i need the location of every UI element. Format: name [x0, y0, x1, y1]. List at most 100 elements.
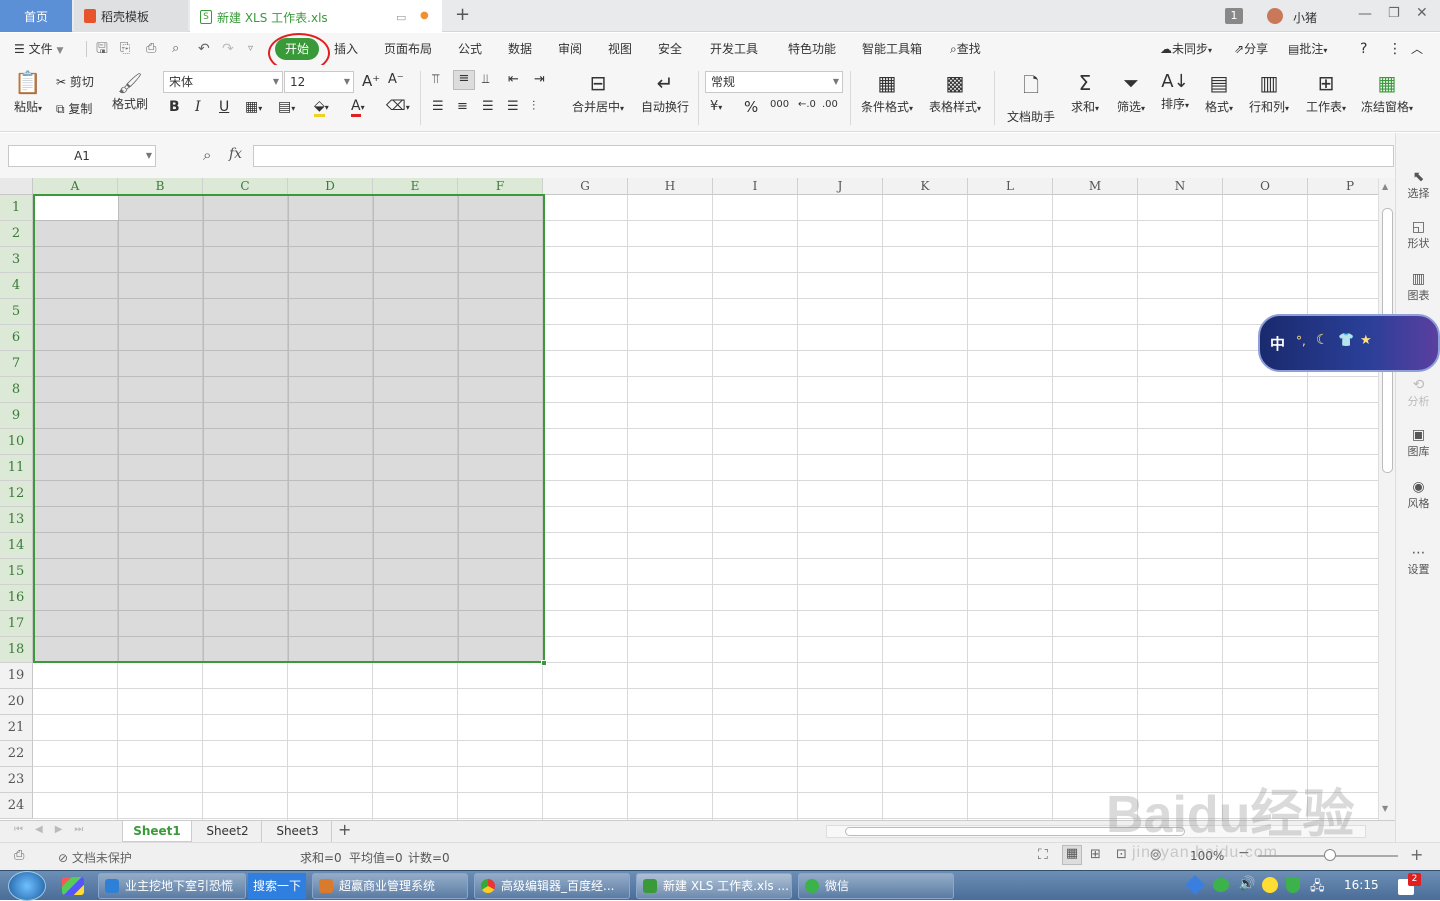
decrease-decimal-icon[interactable]: .00	[822, 99, 838, 110]
thousands-icon[interactable]: 000	[770, 99, 789, 110]
align-top-icon[interactable]: ⫪	[432, 72, 439, 87]
increase-font-icon[interactable]: A⁺	[362, 72, 380, 90]
add-sheet-button[interactable]: +	[338, 820, 351, 839]
conditional-format-button[interactable]: ▦ 条件格式▾	[856, 71, 918, 115]
shape-tool[interactable]: ◱ 形状	[1396, 219, 1440, 251]
italic-button[interactable]: I	[195, 99, 201, 115]
row-header[interactable]: 16	[0, 585, 33, 611]
row-header[interactable]: 2	[0, 221, 33, 247]
shield-icon[interactable]	[1286, 877, 1300, 893]
tab-home[interactable]: 首页	[0, 0, 72, 32]
select-all-corner[interactable]	[0, 178, 33, 195]
row-header[interactable]: 4	[0, 273, 33, 299]
column-header[interactable]: D	[288, 178, 373, 195]
increase-decimal-icon[interactable]: ←.0	[798, 99, 816, 110]
zoom-search-icon[interactable]: ⌕	[203, 146, 211, 164]
network-icon[interactable]: 🖧	[1310, 877, 1325, 899]
tab-smart-toolbox[interactable]: 智能工具箱	[862, 33, 922, 65]
column-header[interactable]: C	[203, 178, 288, 195]
taskbar-item-erp[interactable]: 超赢商业管理系统	[312, 873, 468, 899]
tab-review[interactable]: 审阅	[558, 33, 582, 65]
row-header[interactable]: 3	[0, 247, 33, 273]
window-count-badge[interactable]: 1	[1225, 8, 1243, 24]
bold-button[interactable]: B	[169, 99, 180, 115]
fill-handle[interactable]	[541, 660, 547, 666]
zoom-in-icon[interactable]: +	[1410, 845, 1423, 864]
tab-page-layout[interactable]: 页面布局	[384, 33, 432, 65]
justify-icon[interactable]: ☰	[507, 99, 519, 114]
export-icon[interactable]: ⎘	[120, 33, 130, 65]
border-icon[interactable]: ▦▾	[245, 99, 262, 115]
print-preview-icon[interactable]: ⌕	[172, 33, 179, 65]
row-col-button[interactable]: ▥ 行和列▾	[1244, 71, 1294, 115]
page-break-view-icon[interactable]: ⊞	[1090, 847, 1101, 862]
gallery-tool[interactable]: ▣ 图库	[1396, 427, 1440, 459]
column-header[interactable]: H	[628, 178, 713, 195]
help-button[interactable]: ?	[1360, 33, 1367, 65]
chart-tool[interactable]: ▥ 图表	[1396, 271, 1440, 303]
column-header[interactable]: K	[883, 178, 968, 195]
tray-wechat-icon[interactable]	[1213, 878, 1229, 892]
decrease-indent-icon[interactable]: ⇤	[508, 72, 519, 87]
taskbar-item-wechat[interactable]: 微信	[798, 873, 954, 899]
row-header[interactable]: 21	[0, 715, 33, 741]
close-icon[interactable]: ✕	[1416, 5, 1428, 21]
align-bottom-icon[interactable]: ⫫	[482, 72, 489, 87]
pin-icon[interactable]: ▭	[396, 11, 406, 24]
sheet-nav-icons[interactable]: ⏮◀▶⏭	[14, 824, 95, 835]
share-button[interactable]: ⇗分享	[1234, 33, 1268, 65]
tray-app-icon[interactable]	[1185, 875, 1205, 895]
format-button[interactable]: ▤ 格式▾	[1198, 71, 1240, 115]
tray-security-icon[interactable]	[1262, 877, 1278, 893]
row-header[interactable]: 22	[0, 741, 33, 767]
ime-mode-label[interactable]: 中	[1270, 333, 1285, 354]
row-header[interactable]: 18	[0, 637, 33, 663]
comment-button[interactable]: ▤批注▾	[1288, 33, 1327, 65]
decrease-font-icon[interactable]: A⁻	[388, 72, 404, 87]
worksheet-button[interactable]: ⊞ 工作表▾	[1300, 71, 1352, 115]
format-painter-button[interactable]: 🖌 格式刷	[110, 71, 150, 112]
tab-view[interactable]: 视图	[608, 33, 632, 65]
print-icon[interactable]: ⎙	[146, 33, 156, 65]
copy-button[interactable]: ⧉ 复制	[56, 100, 92, 117]
ime-punctuation[interactable]: °,	[1296, 334, 1306, 348]
clock[interactable]: 16:15	[1344, 878, 1379, 892]
avatar[interactable]	[1267, 8, 1283, 24]
column-header[interactable]: F	[458, 178, 543, 195]
underline-button[interactable]: U	[219, 99, 229, 115]
tab-formula[interactable]: 公式	[458, 33, 482, 65]
taskbar-item-spreadsheet[interactable]: 新建 XLS 工作表.xls ...	[636, 873, 792, 899]
row-header[interactable]: 23	[0, 767, 33, 793]
align-right-icon[interactable]: ☰	[482, 99, 494, 114]
row-header[interactable]: 12	[0, 481, 33, 507]
row-header[interactable]: 1	[0, 195, 33, 221]
column-header[interactable]: E	[373, 178, 458, 195]
minimize-icon[interactable]: —	[1358, 6, 1372, 22]
macro-icon[interactable]: ⎙	[14, 848, 24, 863]
column-header[interactable]: G	[543, 178, 628, 195]
row-header[interactable]: 7	[0, 351, 33, 377]
more-icon[interactable]: ⋮	[1388, 33, 1402, 65]
sheet-tab-2[interactable]: Sheet2	[194, 821, 262, 842]
font-size-select[interactable]: 12 ▼	[284, 71, 354, 93]
number-format-select[interactable]: 常规 ▼	[705, 71, 843, 93]
column-header[interactable]: N	[1138, 178, 1223, 195]
spreadsheet-grid[interactable]: ABCDEFGHIJKLMNOP 1 2 3 4 5 6 7 8 9 10 11 12 13 14 15 16…	[0, 178, 1395, 820]
search-command[interactable]: ⌕查找	[950, 33, 981, 65]
new-tab-button[interactable]: +	[455, 4, 470, 25]
fullscreen-icon[interactable]: ⛶	[1038, 847, 1048, 863]
cut-button[interactable]: ✂ 剪切	[56, 73, 94, 90]
tab-data[interactable]: 数据	[508, 33, 532, 65]
select-tool[interactable]: ⬉ 选择	[1396, 169, 1440, 201]
row-header[interactable]: 9	[0, 403, 33, 429]
tab-insert[interactable]: 插入	[334, 33, 358, 65]
column-header[interactable]: M	[1053, 178, 1138, 195]
tab-special-features[interactable]: 特色功能	[788, 33, 836, 65]
scroll-down-icon[interactable]: ▼	[1382, 804, 1388, 813]
currency-icon[interactable]: ¥▾	[710, 99, 722, 114]
row-header[interactable]: 11	[0, 455, 33, 481]
fill-color-icon[interactable]: ⬙▾	[314, 98, 329, 117]
taskbar-item-browser[interactable]: 业主挖地下室引恐慌	[98, 873, 246, 899]
moon-icon[interactable]: ☾	[1316, 332, 1329, 348]
row-header[interactable]: 17	[0, 611, 33, 637]
